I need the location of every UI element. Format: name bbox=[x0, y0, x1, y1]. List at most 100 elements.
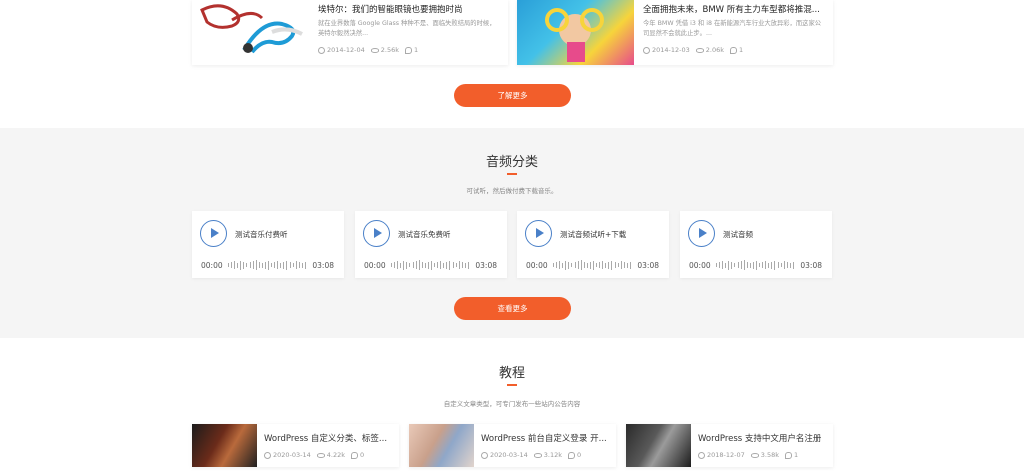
section-title: 教程 bbox=[498, 366, 525, 381]
eye-icon bbox=[370, 47, 379, 53]
comment-icon bbox=[785, 451, 793, 459]
article-comments: 1 bbox=[739, 46, 744, 54]
tutorial-comments: 0 bbox=[577, 451, 582, 459]
tutorial-meta: 2020-03-14 4.22k 0 bbox=[264, 451, 364, 459]
waveform-bar bbox=[289, 262, 291, 268]
waveform-bar bbox=[728, 260, 730, 270]
waveform-bar bbox=[427, 261, 429, 269]
waveform-bar bbox=[418, 260, 420, 270]
article-thumbnail[interactable] bbox=[192, 0, 309, 65]
track-title[interactable]: 测试音频试听+下载 bbox=[560, 229, 626, 240]
waveform-bar bbox=[719, 262, 721, 268]
tutorial-thumbnail[interactable] bbox=[626, 424, 691, 467]
audio-track-card[interactable]: 测试音频试听+下载 00:00 03:08 bbox=[517, 211, 669, 278]
waveform-bar bbox=[246, 263, 248, 267]
waveform-bar bbox=[280, 262, 282, 268]
article-title[interactable]: 埃特尔：我们的智能眼镜也要拥抱时尚 bbox=[318, 4, 500, 16]
waveform-bar bbox=[458, 261, 460, 269]
waveform-bar bbox=[608, 261, 610, 269]
waveform-bar bbox=[298, 262, 300, 268]
waveform-bar bbox=[577, 261, 579, 269]
tutorial-title[interactable]: WordPress 自定义分类、标签... bbox=[264, 432, 393, 444]
track-current-time: 00:00 bbox=[689, 261, 711, 270]
article-card[interactable]: 埃特尔：我们的智能眼镜也要拥抱时尚 就在业界数落 Google Glass 种种… bbox=[192, 0, 508, 65]
waveform-bar bbox=[626, 262, 628, 268]
track-duration: 03:08 bbox=[312, 261, 334, 270]
waveform-bar bbox=[737, 262, 739, 268]
waveform[interactable] bbox=[228, 260, 306, 270]
waveform-bar bbox=[771, 261, 773, 269]
comment-icon bbox=[351, 451, 359, 459]
waveform-bar bbox=[722, 261, 724, 269]
waveform-bar bbox=[452, 262, 454, 268]
tutorial-thumbnail[interactable] bbox=[192, 424, 257, 467]
waveform-bar bbox=[589, 261, 591, 269]
tutorial-views: 4.22k bbox=[326, 451, 346, 459]
waveform-bar bbox=[400, 262, 402, 268]
article-card[interactable]: 全面拥抱未来，BMW 所有主力车型都将推混... 今年 BMW 凭借 i3 和 … bbox=[517, 0, 833, 65]
waveform-bar bbox=[562, 262, 564, 268]
waveform-bar bbox=[252, 261, 254, 269]
waveform-bar bbox=[397, 261, 399, 269]
waveform-bar bbox=[780, 263, 782, 267]
waveform-bar bbox=[394, 262, 396, 268]
waveform-bar bbox=[783, 261, 785, 269]
waveform-bar bbox=[789, 262, 791, 268]
article-views: 2.56k bbox=[380, 46, 400, 54]
waveform-bar bbox=[301, 262, 303, 268]
audio-track-card[interactable]: 测试音乐付费听 00:00 03:08 bbox=[192, 211, 344, 278]
play-icon[interactable] bbox=[688, 220, 715, 247]
section-title: 音频分类 bbox=[485, 155, 538, 170]
comment-icon bbox=[730, 46, 738, 54]
waveform-bar bbox=[725, 262, 727, 268]
tutorial-meta: 2018-12-07 3.58k 1 bbox=[698, 451, 798, 459]
waveform[interactable] bbox=[716, 260, 794, 270]
waveform-bar bbox=[440, 261, 442, 269]
audio-track-card[interactable]: 测试音乐免费听 00:00 03:08 bbox=[355, 211, 507, 278]
waveform-bar bbox=[424, 262, 426, 268]
eye-icon bbox=[316, 452, 325, 458]
waveform[interactable] bbox=[391, 260, 469, 270]
view-more-button[interactable]: 查看更多 bbox=[454, 297, 571, 320]
article-title[interactable]: 全面拥抱未来，BMW 所有主力车型都将推混... bbox=[643, 4, 825, 16]
waveform-bar bbox=[467, 261, 469, 269]
learn-more-button[interactable]: 了解更多 bbox=[454, 84, 571, 107]
waveform-bar bbox=[437, 262, 439, 268]
section-subtitle: 可试听，然后做付费下载音乐。 bbox=[466, 187, 558, 195]
waveform-bar bbox=[623, 262, 625, 268]
waveform-bar bbox=[620, 261, 622, 269]
track-title[interactable]: 测试音乐免费听 bbox=[398, 229, 451, 240]
clock-icon bbox=[264, 451, 271, 459]
tutorial-section: 教程 自定义文章类型，可专门发布一些站内公告内容 WordPress 自定义分类… bbox=[0, 338, 1024, 471]
track-title[interactable]: 测试音频 bbox=[723, 229, 753, 240]
waveform-bar bbox=[271, 263, 273, 267]
tutorial-card[interactable]: WordPress 自定义分类、标签... 2020-03-14 4.22k 0 bbox=[192, 424, 399, 467]
tutorial-title[interactable]: WordPress 支持中文用户名注册 bbox=[698, 432, 827, 444]
tutorial-title[interactable]: WordPress 前台自定义登录 开... bbox=[481, 432, 610, 444]
waveform-bar bbox=[586, 262, 588, 268]
eye-icon bbox=[533, 452, 542, 458]
waveform-bar bbox=[629, 261, 631, 269]
tutorial-card[interactable]: WordPress 前台自定义登录 开... 2020-03-14 3.12k … bbox=[409, 424, 616, 467]
waveform-bar bbox=[391, 263, 392, 267]
waveform[interactable] bbox=[553, 260, 631, 270]
track-title[interactable]: 测试音乐付费听 bbox=[235, 229, 288, 240]
waveform-bar bbox=[412, 262, 414, 268]
audio-track-card[interactable]: 测试音频 00:00 03:08 bbox=[680, 211, 832, 278]
waveform-bar bbox=[268, 260, 270, 270]
play-icon[interactable] bbox=[363, 220, 390, 247]
waveform-bar bbox=[752, 261, 754, 269]
play-icon[interactable] bbox=[525, 220, 552, 247]
article-excerpt: 就在业界数落 Google Glass 种种不是、面临失败结局的时候，英特尔毅然… bbox=[318, 20, 496, 37]
waveform-bar bbox=[599, 262, 601, 268]
tutorial-thumbnail[interactable] bbox=[409, 424, 474, 467]
play-icon[interactable] bbox=[200, 220, 227, 247]
tutorial-card[interactable]: WordPress 支持中文用户名注册 2018-12-07 3.58k 1 bbox=[626, 424, 833, 467]
comment-icon bbox=[568, 451, 576, 459]
waveform-bar bbox=[583, 262, 585, 268]
tutorial-date: 2020-03-14 bbox=[273, 451, 311, 459]
waveform-bar bbox=[292, 263, 294, 267]
article-thumbnail[interactable] bbox=[517, 0, 634, 65]
track-duration: 03:08 bbox=[800, 261, 822, 270]
waveform-bar bbox=[415, 261, 417, 269]
